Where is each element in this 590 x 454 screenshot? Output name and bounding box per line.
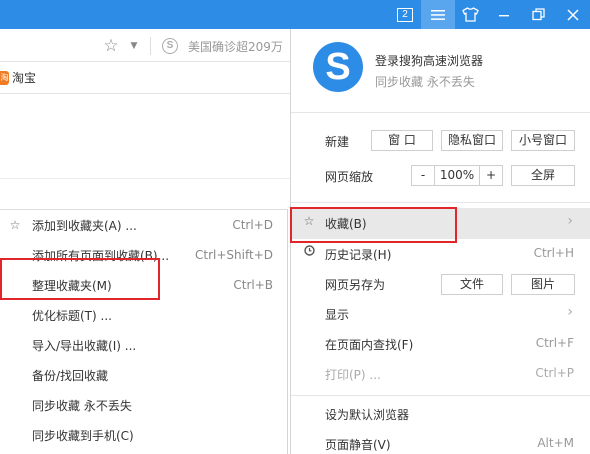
menu-divider [291,112,590,113]
menu-item-shortcut: Ctrl+D [232,218,273,232]
address-bar: ☆ ▼ S 美国确诊超209万 [0,29,290,62]
menu-button[interactable] [421,0,455,29]
bookmark-item-taobao[interactable]: 淘 淘宝 [0,69,36,86]
menu-item-shortcut: Ctrl+Shift+D [195,248,273,262]
menu-item-label: 收藏(B) [325,217,367,231]
fullscreen-button[interactable]: 全屏 [511,165,575,186]
menu-item-set-default[interactable]: 设为默认浏览器 [291,399,590,429]
new-small-window-button[interactable]: 小号窗口 [511,130,575,151]
chevron-right-icon: › [567,304,573,320]
menu-divider [291,395,590,396]
menu-divider [291,202,590,203]
star-icon: ☆ [303,214,315,228]
sogou-logo-icon[interactable]: S [313,42,363,92]
restore-button[interactable] [521,0,555,29]
menu-item-label: 添加到收藏夹(A) ... [32,218,137,233]
menu-item-label: 页面静音(V) [325,438,391,452]
zoom-level: 100% [434,165,480,186]
menu-item-backup-restore[interactable]: 备份/找回收藏 [0,360,288,390]
bookmark-star-button[interactable]: ☆ [100,35,122,57]
menu-item-label: 备份/找回收藏 [32,368,109,383]
bookmark-bar: 淘 淘宝 [0,62,290,94]
shirt-icon [461,7,479,22]
menu-item-add-favorite[interactable]: ☆ 添加到收藏夹(A) ... Ctrl+D [0,210,288,240]
history-icon [302,245,316,259]
menu-item-label: 打印(P) ... [325,368,381,382]
menu-item-label: 同步收藏 永不丢失 [32,398,132,413]
close-button[interactable] [556,0,590,29]
sync-subtitle: 同步收藏 永不丢失 [375,75,475,89]
menu-item-label: 显示 [325,308,350,322]
menu-item-optimize-titles[interactable]: 优化标题(T) ... [0,300,288,330]
menu-item-sync-favorites[interactable]: 同步收藏 永不丢失 [0,390,288,420]
sogou-search-icon[interactable]: S [162,38,178,54]
menu-item-label: 在页面内查找(F) [325,338,414,352]
bookmark-label: 淘宝 [12,71,37,85]
account-header: S 登录搜狗高速浏览器 同步收藏 永不丢失 [291,29,590,112]
menu-item-find-in-page[interactable]: 在页面内查找(F) Ctrl+F [291,329,590,359]
favorites-submenu: ☆ 添加到收藏夹(A) ... Ctrl+D 添加所有页面到收藏(B)... C… [0,209,288,454]
restore-icon [531,8,545,21]
save-as-image-button[interactable]: 图片 [511,274,575,295]
close-icon [567,8,579,21]
tab-count-button[interactable]: 2 [388,0,422,29]
news-ticker[interactable]: 美国确诊超209万 [188,38,283,55]
menu-icon [431,9,445,20]
menu-item-label: 设为默认浏览器 [325,408,410,422]
content-divider [0,178,290,179]
menu-item-label: 历史记录(H) [325,248,392,262]
menu-item-sync-to-phone[interactable]: 同步收藏到手机(C) [0,420,288,450]
menu-item-print[interactable]: 打印(P) ... Ctrl+P [291,359,590,389]
menu-item-shortcut: Ctrl+F [535,336,574,350]
menu-item-label: 优化标题(T) ... [32,308,112,323]
zoom-row: 网页缩放 - 100% + 全屏 [291,161,590,191]
browser-window: 2 ☆ ▼ S 美国确诊超209万 淘 淘宝 ☆ 添加到收藏夹(A) ... C… [0,0,590,454]
menu-item-history[interactable]: 历史记录(H) Ctrl+H [291,239,590,269]
menu-item-mute-page[interactable]: 页面静音(V) Alt+M [291,429,590,454]
menu-item-import-export[interactable]: 导入/导出收藏(I) ... [0,330,288,360]
menu-item-shortcut: Ctrl+P [535,366,574,380]
main-menu: S 登录搜狗高速浏览器 同步收藏 永不丢失 新建 窗 口 隐私窗口 小号窗口 网… [290,29,590,454]
new-window-row: 新建 窗 口 隐私窗口 小号窗口 [291,126,590,156]
menu-item-shortcut: Ctrl+B [233,278,273,292]
bookmark-dropdown-button[interactable]: ▼ [127,35,141,57]
menu-item-display[interactable]: 显示 › [291,299,590,329]
skin-button[interactable] [453,0,487,29]
menu-item-shortcut: Alt+M [537,436,574,450]
address-separator [150,37,151,55]
zoom-label: 网页缩放 [325,170,374,184]
menu-item-label: 同步收藏到手机(C) [32,428,134,443]
title-bar: 2 [0,0,590,29]
zoom-in-button[interactable]: + [479,165,503,186]
minimize-button[interactable] [487,0,521,29]
zoom-out-button[interactable]: - [411,165,435,186]
menu-item-label: 网页另存为 [325,278,386,292]
menu-item-organize-favorites[interactable]: 整理收藏夹(M) Ctrl+B [0,270,288,300]
save-as-file-button[interactable]: 文件 [441,274,503,295]
tab-count-badge: 2 [397,7,413,22]
taobao-icon: 淘 [0,70,9,85]
new-window-button[interactable]: 窗 口 [371,130,433,151]
minimize-icon [499,14,509,16]
menu-item-add-all-pages[interactable]: 添加所有页面到收藏(B)... Ctrl+Shift+D [0,240,288,270]
star-icon: ☆ [9,218,21,232]
menu-item-save-as: 网页另存为 文件 图片 [291,269,590,299]
new-label: 新建 [325,135,350,149]
menu-item-shortcut: Ctrl+H [533,246,574,260]
chevron-right-icon: › [567,213,573,229]
menu-item-label: 整理收藏夹(M) [32,278,112,293]
login-link[interactable]: 登录搜狗高速浏览器 [375,52,483,69]
new-private-window-button[interactable]: 隐私窗口 [441,130,503,151]
menu-item-label: 添加所有页面到收藏(B)... [32,248,170,263]
menu-item-label: 导入/导出收藏(I) ... [32,338,137,353]
menu-item-favorites[interactable]: ☆ 收藏(B) › [291,208,590,239]
